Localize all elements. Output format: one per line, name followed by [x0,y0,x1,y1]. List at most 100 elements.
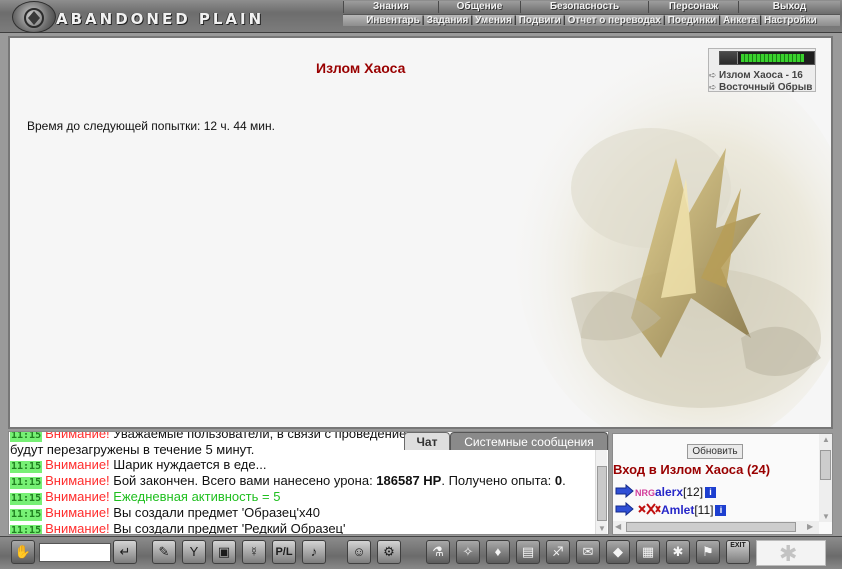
health-icon [720,52,738,64]
menu-knowledge[interactable]: Знания [343,1,438,13]
location-navigator: ➪ Излом Хаоса - 16 ➪ Восточный Обрыв [708,48,816,93]
submenu-skills[interactable]: Умения [473,15,514,26]
location-link-rift[interactable]: ➪ Излом Хаоса - 16 [709,70,803,81]
chat-icon[interactable]: ✋ [11,540,35,564]
bottom-toolbar: ✋ ↵ ✎ Y ▣ ☿ P/L ♪ ☺ ⚙ ⚗ ✧ ♦ ▤ ♐ ✉ ◆ ▦ ✱ … [0,536,842,569]
players-panel: Обновить Вход в Излом Хаоса (24) NRGaler… [612,433,833,535]
message-warning: Внимание! [45,457,110,472]
info-icon[interactable]: i [705,487,717,498]
gear-icon: ✱ [779,541,798,566]
compass-icon[interactable]: ✧ [456,540,480,564]
logo-text: ABANDONED PLAIN [56,10,265,28]
flag-icon[interactable]: ⚑ [696,540,720,564]
player-level: [12] [683,485,704,499]
feather-icon[interactable]: ♐ [546,540,570,564]
game-logo: ABANDONED PLAIN [8,1,338,33]
refresh-button[interactable]: Обновить [687,444,743,459]
submenu-quests[interactable]: Задания [425,15,471,26]
daily-activity-text: Ежедневная активность = 5 [113,489,281,504]
player-name[interactable]: Amlet [661,503,694,517]
map-icon[interactable]: ▤ [516,540,540,564]
clan-tag: NRG [635,488,655,498]
players-vertical-thumb[interactable] [820,450,831,480]
shield-icon[interactable]: ◆ [606,540,630,564]
players-horizontal-thumb[interactable] [626,522,796,532]
menu-communication[interactable]: Общение [438,1,520,13]
scroll-up-icon[interactable]: ▲ [822,435,830,444]
experience-value: 0 [554,473,563,488]
potion-icon[interactable]: ⚗ [426,540,450,564]
chaos-rift-artwork [511,38,831,427]
exit-icon[interactable]: EXIT [726,540,750,564]
next-attempt-timer: Время до следующей попытки: 12 ч. 44 мин… [27,119,275,133]
submenu-settings[interactable]: Настройки [762,15,819,26]
walk-icon[interactable]: ☿ [242,540,266,564]
message-text: Шарик нуждается в еде... [113,457,267,472]
submenu-duels[interactable]: Поединки [666,15,719,26]
chat-message: 11:15 Внимание! Вы создали предмет 'Редки… [10,521,596,535]
send-icon[interactable]: ↵ [113,540,137,564]
exit-label: EXIT [730,542,746,549]
audio-icon[interactable]: ♪ [302,540,326,564]
player-name[interactable]: alerx [655,485,683,499]
scroll-down-icon[interactable]: ▼ [598,524,606,533]
top-bar: ABANDONED PLAIN Знания Общение Безопасно… [0,0,842,33]
health-bar [719,51,815,65]
chat-input[interactable] [39,543,111,562]
menu-character[interactable]: Персонаж [648,1,738,13]
message-time: 11:15 [10,431,43,442]
chat-scroll-thumb[interactable] [597,466,607,521]
location-link-east-cliff[interactable]: ➪ Восточный Обрыв [709,82,812,93]
filter-icon[interactable]: Y [182,540,206,564]
message-warning: Внимание! [45,431,110,441]
health-fill [741,54,804,62]
submenu-inventory[interactable]: Инвентарь [364,15,422,26]
clan-cross-icon [638,503,661,515]
scroll-icon[interactable]: ✉ [576,540,600,564]
submenu-profile[interactable]: Анкета [721,15,759,26]
message-text: Уважаемые пользователи, в связи с провед… [113,431,416,441]
logo-emblem-icon [12,1,56,33]
player-row[interactable]: NRGalerx[12] i [615,484,717,500]
damage-value: 186587 HP [376,473,442,488]
message-text: . [562,473,566,488]
group-icon[interactable]: ✱ [666,540,690,564]
sub-menu: Инвентарь | Задания | Умения | Подвиги |… [343,14,840,26]
tab-system-messages[interactable]: Системные сообщения [450,432,608,450]
info-icon[interactable]: i [715,505,727,516]
smile-icon[interactable]: ☺ [347,540,371,564]
submenu-achievements[interactable]: Подвиги [517,15,563,26]
gear-button[interactable]: ✱ [756,540,826,566]
message-time: 11:15 [10,525,43,535]
players-list-title: Вход в Излом Хаоса (24) [613,462,771,477]
message-text: будут перезагружены в течение 5 минут. [10,442,255,457]
player-level: [11] [694,503,714,517]
scroll-down-icon[interactable]: ▼ [822,512,830,521]
arrow-right-icon: ➪ [709,70,717,80]
pl-icon[interactable]: P/L [272,540,296,564]
chat-message: 11:15 Внимание! Вы создали предмет 'Образ… [10,505,596,521]
location-title: Излом Хаоса [316,60,406,76]
message-text: Бой закончен. Всего вами нанесено урона: [113,473,377,488]
message-time: 11:15 [10,461,43,473]
main-menu: Знания Общение Безопасность Персонаж Вых… [343,1,840,13]
bag-icon[interactable]: ♦ [486,540,510,564]
gift-icon[interactable]: ▦ [636,540,660,564]
player-row[interactable]: Amlet[11] i [615,502,727,518]
submenu-transfer-report[interactable]: Отчет о переводах [566,15,663,26]
menu-security[interactable]: Безопасность [520,1,648,13]
menu-exit[interactable]: Выход [738,1,840,13]
scroll-left-icon[interactable]: ◀ [615,522,621,531]
players-horizontal-scrollbar[interactable]: ◀ ▶ [613,521,819,534]
eraser-icon[interactable]: ✎ [152,540,176,564]
message-time: 11:15 [10,509,43,521]
tab-chat[interactable]: Чат [404,432,450,450]
chat-message: 11:15 Внимание! Бой закончен. Всего вами … [10,473,596,489]
inventory-icon[interactable]: ⚙ [377,540,401,564]
save-icon[interactable]: ▣ [212,540,236,564]
scroll-right-icon[interactable]: ▶ [807,522,813,531]
message-time: 11:15 [10,493,43,505]
message-text: Вы создали предмет 'Редкий Образец' [113,521,346,535]
location-link-label: Восточный Обрыв [719,82,813,93]
players-vertical-scrollbar[interactable]: ▲ ▼ [819,434,832,522]
